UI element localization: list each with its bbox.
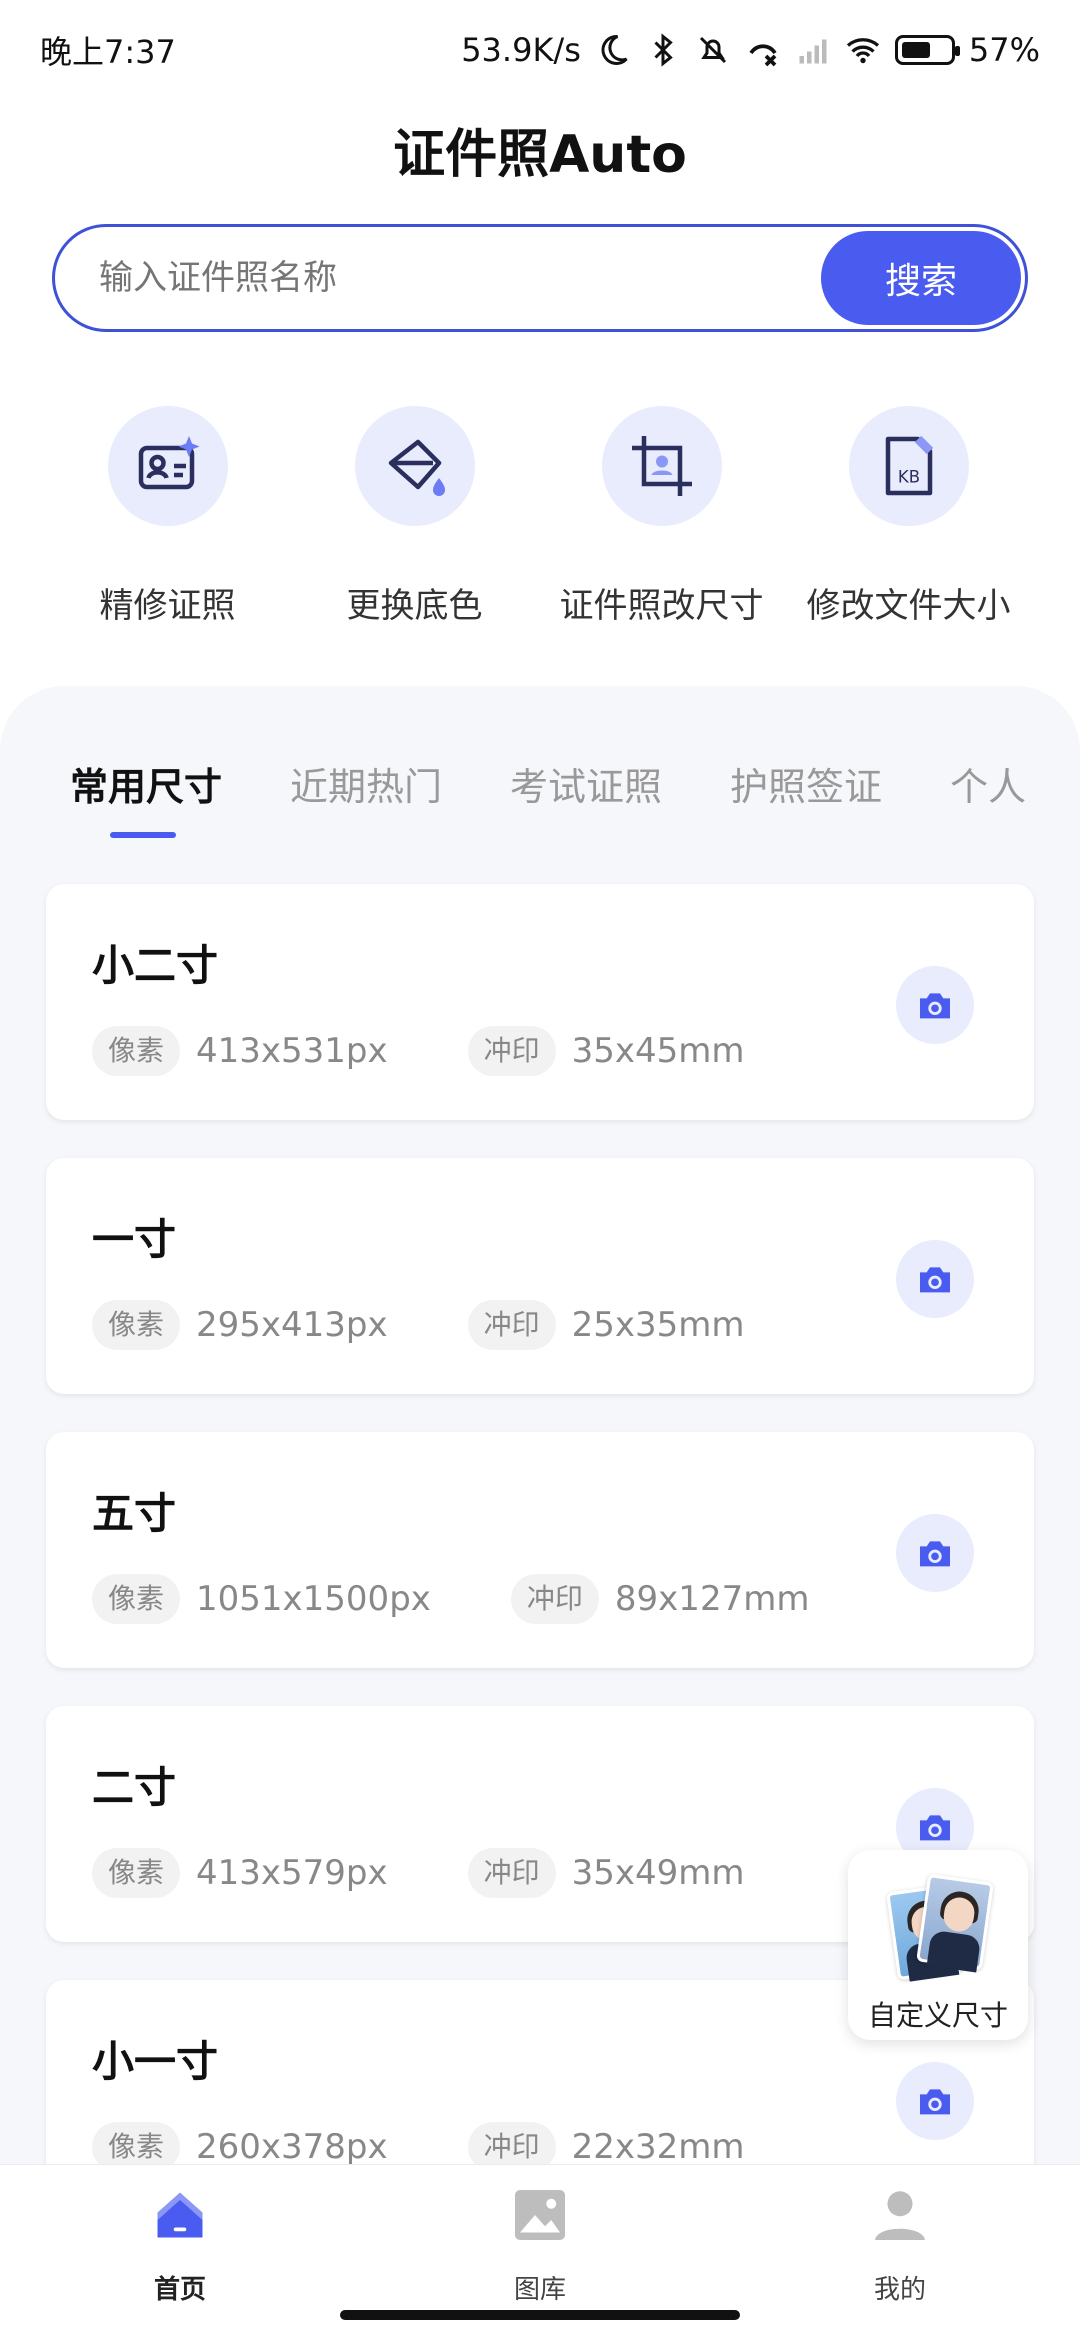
tool-file-size[interactable]: KB 修改文件大小 xyxy=(785,406,1032,627)
camera-icon xyxy=(920,993,950,1019)
id-card-sparkle-icon xyxy=(107,406,228,526)
size-name: 小一寸 xyxy=(92,2037,219,2086)
camera-icon xyxy=(920,2089,950,2115)
tab-exam[interactable]: 考试证照 xyxy=(510,756,662,811)
print-value: 35x49mm xyxy=(571,1853,745,1893)
print-tag: 冲印 xyxy=(467,1300,556,1350)
tab-active-indicator xyxy=(110,832,176,838)
tool-retouch[interactable]: 精修证照 xyxy=(44,406,291,627)
tab-label: 近期热门 xyxy=(290,765,443,809)
print-tag: 冲印 xyxy=(467,2122,556,2166)
tab-label: 常用尺寸 xyxy=(70,765,223,809)
network-speed: 53.9K/s xyxy=(461,31,581,69)
print-value: 22x32mm xyxy=(571,2127,745,2166)
home-indicator[interactable] xyxy=(340,2310,740,2320)
tab-label: 护照签证 xyxy=(730,765,883,809)
tool-resize-photo[interactable]: 证件照改尺寸 xyxy=(538,406,785,627)
battery-icon xyxy=(894,35,960,65)
camera-icon xyxy=(920,1267,950,1293)
camera-icon xyxy=(920,1541,950,1567)
nav-label: 我的 xyxy=(873,2275,926,2305)
tool-change-background[interactable]: 更换底色 xyxy=(291,406,538,627)
print-tag: 冲印 xyxy=(467,1848,556,1898)
camera-button[interactable] xyxy=(896,1240,974,1318)
tab-label: 个人 xyxy=(950,765,1027,809)
crop-icon xyxy=(601,406,722,526)
tab-personal[interactable]: 个人 xyxy=(950,756,1026,811)
nav-label: 图库 xyxy=(513,2275,566,2305)
size-meta: 像素 1051x1500px 冲印 89x127mm xyxy=(92,1574,809,1624)
page-title: 证件照Auto xyxy=(393,125,687,185)
custom-size-button[interactable]: 自定义尺寸 xyxy=(848,1850,1028,2040)
gallery-icon xyxy=(515,2190,565,2240)
pixel-value: 260x378px xyxy=(196,2127,388,2166)
tool-label: 精修证照 xyxy=(99,586,236,626)
category-tabs: 常用尺寸 近期热门 考试证照 护照签证 个人 xyxy=(70,756,1080,838)
print-tag: 冲印 xyxy=(467,1026,556,1076)
size-meta: 像素 413x579px 冲印 35x49mm xyxy=(92,1848,745,1898)
search-bar: 搜索 xyxy=(52,224,1028,332)
status-icons: 53.9K/s 57% xyxy=(461,31,1040,69)
search-input[interactable] xyxy=(99,227,799,329)
camera-button[interactable] xyxy=(896,966,974,1044)
print-value: 89x127mm xyxy=(614,1579,810,1619)
size-card[interactable]: 一寸 像素 295x413px 冲印 25x35mm xyxy=(46,1158,1034,1394)
tool-row: 精修证照 更换底色 证件照改尺寸 KB 修改文件大小 xyxy=(0,406,1080,627)
wifi-icon xyxy=(846,38,879,64)
bluetooth-icon xyxy=(654,33,673,67)
paint-bucket-icon xyxy=(354,406,475,526)
camera-button[interactable] xyxy=(896,1514,974,1592)
id-photos-icon xyxy=(878,1868,998,1988)
print-value: 25x35mm xyxy=(571,1305,745,1345)
profile-icon xyxy=(875,2191,925,2240)
search-button[interactable]: 搜索 xyxy=(821,231,1021,325)
size-name: 五寸 xyxy=(92,1489,177,1538)
size-card[interactable]: 五寸 像素 1051x1500px 冲印 89x127mm xyxy=(46,1432,1034,1668)
size-card[interactable]: 小二寸 像素 413x531px 冲印 35x45mm xyxy=(46,884,1034,1120)
pixel-value: 413x579px xyxy=(196,1853,388,1893)
size-name: 一寸 xyxy=(92,1215,177,1264)
svg-text:KB: KB xyxy=(897,468,919,487)
pixel-tag: 像素 xyxy=(92,1300,181,1350)
pixel-tag: 像素 xyxy=(92,1848,181,1898)
nav-home[interactable]: 首页 xyxy=(100,2175,260,2306)
tab-common-sizes[interactable]: 常用尺寸 xyxy=(70,756,223,838)
pixel-value: 295x413px xyxy=(196,1305,388,1345)
file-kb-icon: KB xyxy=(848,406,969,526)
status-bar: 晚上7:37 53.9K/s 57% xyxy=(0,0,1080,100)
nav-gallery[interactable]: 图库 xyxy=(460,2175,620,2306)
mute-icon xyxy=(699,36,726,64)
tool-label: 更换底色 xyxy=(346,586,483,626)
status-time: 晚上7:37 xyxy=(40,33,176,71)
pixel-tag: 像素 xyxy=(92,1574,181,1624)
size-meta: 像素 260x378px 冲印 22x32mm xyxy=(92,2122,745,2166)
pixel-value: 1051x1500px xyxy=(196,1579,431,1619)
tool-label: 证件照改尺寸 xyxy=(559,586,764,626)
home-icon xyxy=(157,2192,203,2238)
size-meta: 像素 295x413px 冲印 25x35mm xyxy=(92,1300,745,1350)
camera-button[interactable] xyxy=(896,2062,974,2140)
battery-level: 57% xyxy=(968,31,1040,69)
nav-label: 首页 xyxy=(153,2275,206,2305)
moon-icon xyxy=(601,34,628,65)
nav-profile[interactable]: 我的 xyxy=(820,2175,980,2306)
print-value: 35x45mm xyxy=(571,1031,745,1071)
signal-icon xyxy=(799,39,827,64)
custom-size-label: 自定义尺寸 xyxy=(867,1999,1008,2032)
camera-icon xyxy=(920,1815,950,1841)
tab-recent-hot[interactable]: 近期热门 xyxy=(290,756,442,811)
pixel-tag: 像素 xyxy=(92,2122,181,2166)
tab-label: 考试证照 xyxy=(510,765,663,809)
tab-passport-visa[interactable]: 护照签证 xyxy=(730,756,882,811)
print-tag: 冲印 xyxy=(510,1574,599,1624)
size-name: 小二寸 xyxy=(92,941,219,990)
pixel-tag: 像素 xyxy=(92,1026,181,1076)
pixel-value: 413x531px xyxy=(196,1031,388,1071)
photo-thumbnail xyxy=(916,1873,994,1973)
size-name: 二寸 xyxy=(92,1763,177,1812)
tool-label: 修改文件大小 xyxy=(806,586,1011,626)
size-meta: 像素 413x531px 冲印 35x45mm xyxy=(92,1026,745,1076)
call-icon xyxy=(749,44,777,67)
